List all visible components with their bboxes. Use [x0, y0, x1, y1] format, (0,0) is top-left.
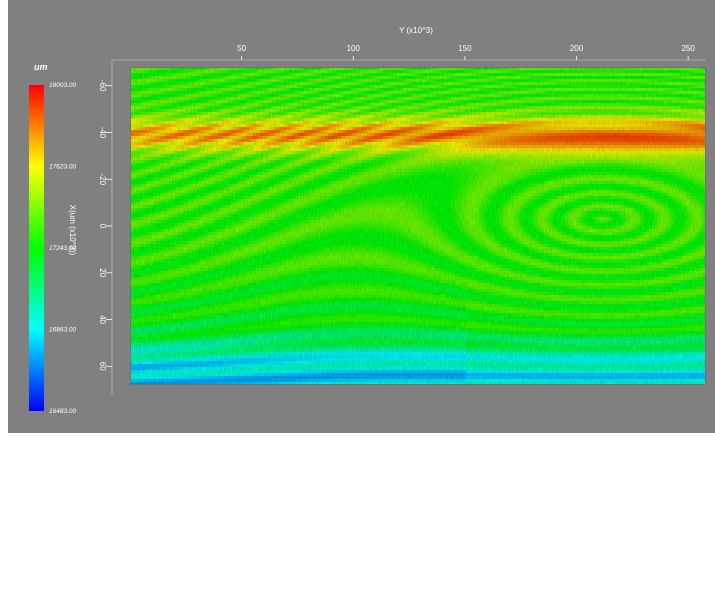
colorbar-tick-label: 18003.00	[49, 82, 76, 89]
colorbar-tick-label: 16863.00	[49, 327, 76, 334]
colorbar	[29, 85, 44, 411]
interferogram-chart: um 18003.0017623.0017243.0016863.0016483…	[29, 26, 706, 415]
x-axis-title: Y (x10^3)	[399, 26, 433, 35]
colorbar-tick-label: 16483.00	[49, 408, 76, 415]
colorbar-unit-label: um	[34, 62, 48, 72]
heatmap-field	[130, 67, 706, 385]
colorbar-tick-label: 17623.00	[49, 164, 76, 171]
y-axis-title: X(um (x10^3))	[68, 205, 77, 256]
plot-panel: um 18003.00 17623.00 17243.00 16863.00 16483…	[8, 0, 715, 433]
